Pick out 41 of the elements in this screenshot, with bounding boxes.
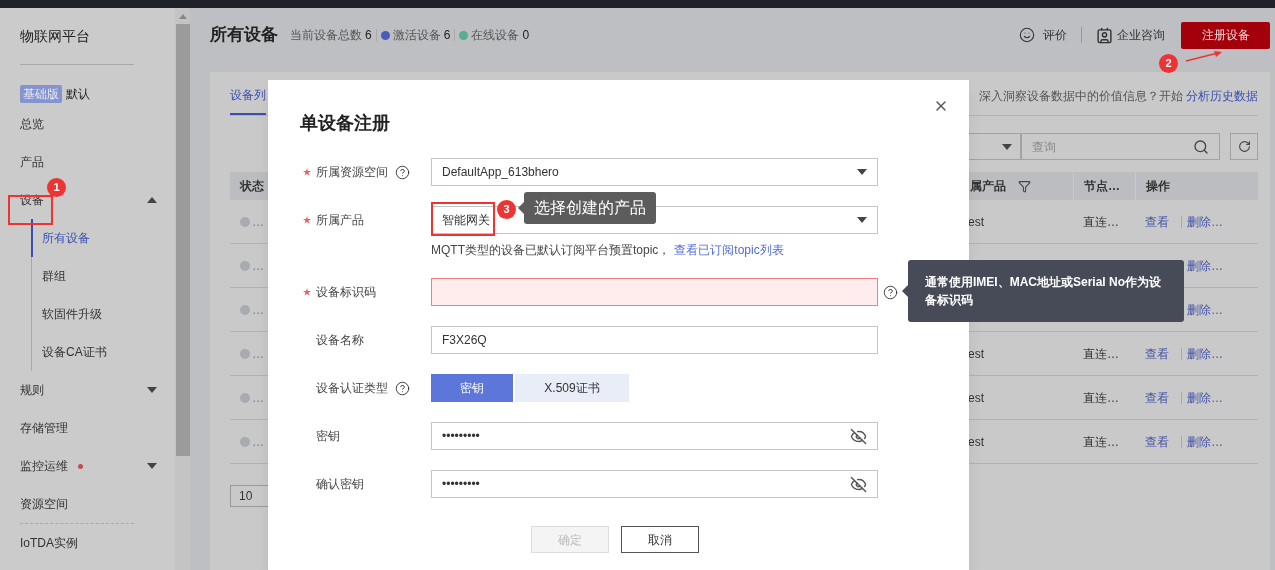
column-header: 节点… xyxy=(1084,178,1120,195)
promo-text: 深入洞察设备数据中的价值信息？开始 xyxy=(979,88,1183,105)
callout-tooltip: 选择创建的产品 xyxy=(524,192,656,224)
table-cell-text: 直连… xyxy=(1083,345,1119,363)
edition-name: 默认 xyxy=(66,86,90,103)
status-text: … xyxy=(252,257,264,275)
stat-label: 激活设备 xyxy=(392,27,441,44)
field-label: 所属资源空间 xyxy=(316,164,388,181)
table-cell-text: est xyxy=(968,213,984,231)
stat-value: 6 xyxy=(443,27,451,44)
stat-value: 0 xyxy=(522,27,530,44)
field-label: 设备认证类型 xyxy=(316,380,388,397)
field-tooltip: 通常使用IMEI、MAC地址或Serial No作为设备标识码 xyxy=(908,260,1184,322)
field-label: 所属产品 xyxy=(316,212,364,229)
column-header: 属产品 xyxy=(970,178,1006,195)
field-label: 密钥 xyxy=(316,428,340,445)
status-text: … xyxy=(252,301,264,319)
field-hint: MQTT类型的设备已默认订阅平台预置topic， xyxy=(431,242,671,258)
field-label: 设备名称 xyxy=(316,332,364,349)
column-header: 状态 xyxy=(240,178,264,195)
table-cell-text: est xyxy=(968,433,984,451)
status-text: … xyxy=(252,213,264,231)
column-header: 操作 xyxy=(1146,178,1170,195)
table-cell-text: 直连… xyxy=(1083,389,1119,407)
field-label: 确认密钥 xyxy=(316,476,364,493)
stat-label: 当前设备总数 xyxy=(290,27,362,44)
status-text: … xyxy=(252,433,264,451)
table-cell-text: 直连… xyxy=(1083,213,1119,231)
field-label: 设备标识码 xyxy=(316,284,376,301)
table-cell-text: est xyxy=(968,389,984,407)
table-cell-text: 直连… xyxy=(1083,433,1119,451)
status-text: … xyxy=(252,345,264,363)
dialog-title: 单设备注册 xyxy=(300,112,390,134)
stat-label: 在线设备 xyxy=(471,27,520,44)
stat-value: 6 xyxy=(365,27,372,44)
page-title: 所有设备 xyxy=(210,24,278,47)
status-text: … xyxy=(252,389,264,407)
table-cell-text: est xyxy=(968,345,984,363)
step-number: 2 xyxy=(1159,54,1178,73)
edition-badge: 基础版 xyxy=(20,85,62,103)
platform-title: 物联网平台 xyxy=(20,27,90,46)
